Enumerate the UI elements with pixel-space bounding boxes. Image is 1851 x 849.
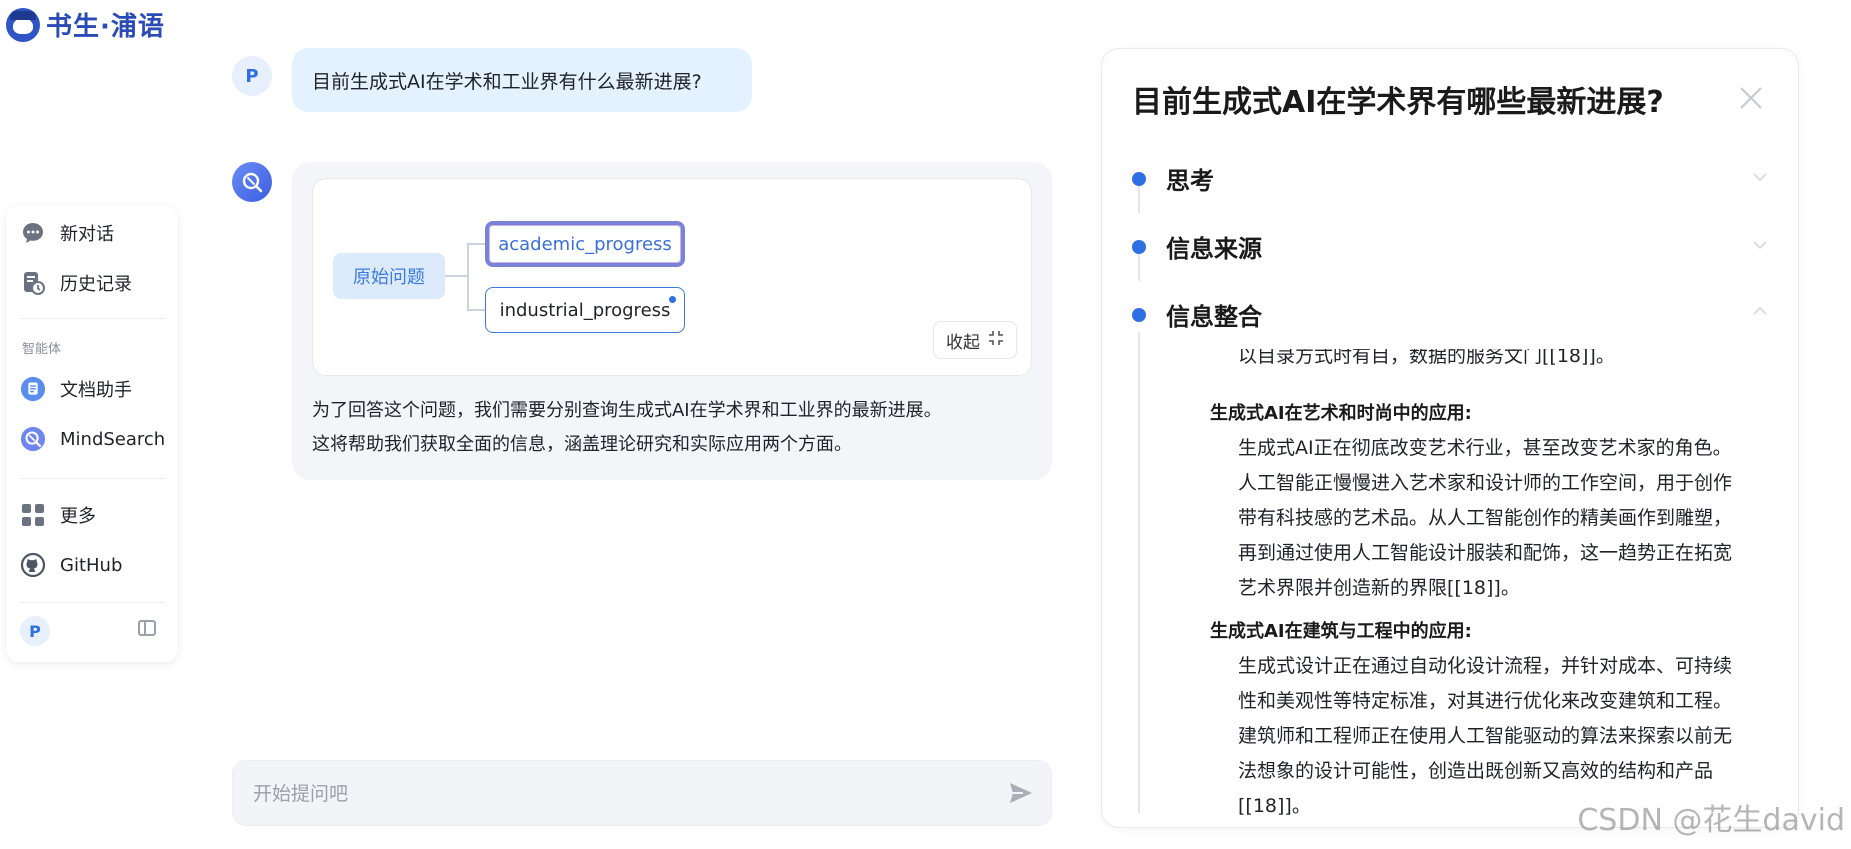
user-message: 目前生成式AI在学术和工业界有什么最新进展? <box>292 48 752 112</box>
body-line: 生成式AI正在彻底改变艺术行业，甚至改变艺术家的角色。 <box>1238 437 1732 459</box>
node-label: academic_progress <box>498 233 672 255</box>
grid-icon <box>20 502 46 528</box>
collapse-button[interactable]: 收起 <box>933 321 1017 359</box>
sidebar-item-document-assistant[interactable]: 文档助手 <box>20 376 132 402</box>
user-avatar: P <box>232 56 272 96</box>
sidebar-item-label: 文档助手 <box>60 380 132 401</box>
step-label: 思考 <box>1166 167 1214 195</box>
sidebar-item-label: MindSearch <box>60 428 166 450</box>
body-line: 性和美观性等特定标准，对其进行优化来改变建筑和工程。 <box>1238 690 1733 712</box>
sidebar-divider <box>20 602 166 603</box>
collapse-label: 收起 <box>946 332 980 353</box>
sidebar-section-label: 智能体 <box>22 342 62 357</box>
bot-message-line: 为了回答这个问题，我们需要分别查询生成式AI在学术界和工业界的最新进展。 <box>312 400 942 421</box>
chevron-down-icon[interactable] <box>1752 169 1768 185</box>
mindmap-node-industrial[interactable]: industrial_progress <box>485 287 685 333</box>
mindmap-connector <box>467 243 469 311</box>
sidebar-item-label: 历史记录 <box>60 274 132 295</box>
user-avatar[interactable]: P <box>20 616 50 646</box>
close-icon[interactable] <box>1738 85 1764 111</box>
section-title: 生成式AI在艺术和时尚中的应用: <box>1210 403 1472 424</box>
section-body: 生成式设计正在通过自动化设计流程，并针对成本、可持续 性和美观性等特定标准，对其… <box>1238 649 1770 819</box>
collapse-sidebar-icon[interactable] <box>138 620 156 636</box>
watermark: CSDN @花生david <box>1577 803 1845 838</box>
step-label: 信息来源 <box>1166 235 1262 263</box>
active-indicator-dot <box>669 296 676 303</box>
bot-message: 原始问题 academic_progress industrial_progre… <box>292 162 1052 480</box>
logo-mascot-icon <box>6 7 40 42</box>
mindmap-connector <box>445 275 467 277</box>
sidebar-divider <box>20 478 166 479</box>
sidebar: 新对话 历史记录 智能体 文档助手 MindSearch 更多 GitHub P <box>6 206 178 662</box>
sidebar-item-github[interactable]: GitHub <box>20 552 122 578</box>
sidebar-item-label: GitHub <box>60 554 123 576</box>
body-line: 再到通过使用人工智能设计服装和配饰，这一趋势正在拓宽 <box>1238 542 1733 564</box>
mindsearch-avatar-icon <box>232 162 272 202</box>
sidebar-item-label: 更多 <box>60 506 96 527</box>
step-integration[interactable]: 信息整合 <box>1132 297 1270 332</box>
section-body: 生成式AI正在彻底改变艺术行业，甚至改变艺术家的角色。 人工智能正慢慢进入艺术家… <box>1238 431 1770 606</box>
node-label: industrial_progress <box>499 299 671 321</box>
integration-content: 以目录方式时有目，数据的服务文门[[18]]。 生成式AI在艺术和时尚中的应用:… <box>1210 349 1770 819</box>
mindmap-connector <box>467 243 485 245</box>
mindmap-card: 原始问题 academic_progress industrial_progre… <box>312 178 1032 376</box>
chat-bubble-icon <box>20 220 46 246</box>
body-line: 生成式设计正在通过自动化设计流程，并针对成本、可持续 <box>1238 655 1733 677</box>
logo-text: 书生·浦语 <box>46 12 165 42</box>
body-line: 法想象的设计可能性，创造出既创新又高效的结构和产品 <box>1238 760 1714 782</box>
document-assistant-icon <box>20 376 46 402</box>
cut-off-line: 以目录方式时有目，数据的服务文门[[18]]。 <box>1238 349 1615 367</box>
step-dot <box>1132 307 1146 322</box>
chat-input-box <box>232 760 1052 827</box>
sidebar-item-mindsearch[interactable]: MindSearch <box>20 426 165 452</box>
app-logo: 书生·浦语 <box>6 6 165 43</box>
github-icon <box>20 552 46 578</box>
bot-message-text: 为了回答这个问题，我们需要分别查询生成式AI在学术界和工业界的最新进展。 这将帮… <box>312 394 1032 462</box>
step-dot <box>1132 239 1146 254</box>
panel-title: 目前生成式AI在学术界有哪些最新进展? <box>1132 85 1664 120</box>
section-title: 生成式AI在建筑与工程中的应用: <box>1210 621 1472 642</box>
body-line: 带有科技感的艺术品。从人工智能创作的精美画作到雕塑， <box>1238 507 1733 529</box>
timeline-line <box>1138 313 1140 813</box>
sidebar-item-new-chat[interactable]: 新对话 <box>20 220 114 246</box>
mindmap-node-academic[interactable]: academic_progress <box>485 221 685 267</box>
chevron-up-icon[interactable] <box>1752 303 1768 319</box>
history-icon <box>20 270 46 296</box>
sidebar-item-label: 新对话 <box>60 224 114 245</box>
body-line: 艺术界限并创造新的界限[[18]]。 <box>1238 577 1520 599</box>
mindmap-connector <box>467 309 485 311</box>
sidebar-item-history[interactable]: 历史记录 <box>20 270 132 296</box>
sidebar-divider <box>20 318 166 319</box>
body-line: 建筑师和工程师正在使用人工智能驱动的算法来探索以前无 <box>1238 725 1733 747</box>
step-label: 信息整合 <box>1166 303 1262 331</box>
mindsearch-icon <box>20 426 46 452</box>
step-thinking[interactable]: 思考 <box>1132 161 1214 196</box>
shrink-icon <box>988 330 1004 351</box>
bot-message-line: 这将帮助我们获取全面的信息，涵盖理论研究和实际应用两个方面。 <box>312 434 852 455</box>
mindmap-root-node[interactable]: 原始问题 <box>333 253 445 299</box>
search-detail-panel: 目前生成式AI在学术界有哪些最新进展? 思考 信息来源 以目录方式时有目，数据的… <box>1101 48 1799 828</box>
step-dot <box>1132 171 1146 186</box>
step-sources[interactable]: 信息来源 <box>1132 229 1262 264</box>
chevron-down-icon[interactable] <box>1752 237 1768 253</box>
sidebar-item-more[interactable]: 更多 <box>20 502 96 528</box>
body-line: 人工智能正慢慢进入艺术家和设计师的工作空间，用于创作 <box>1238 472 1733 494</box>
send-icon[interactable] <box>1007 779 1035 807</box>
chat-input[interactable] <box>251 761 955 827</box>
